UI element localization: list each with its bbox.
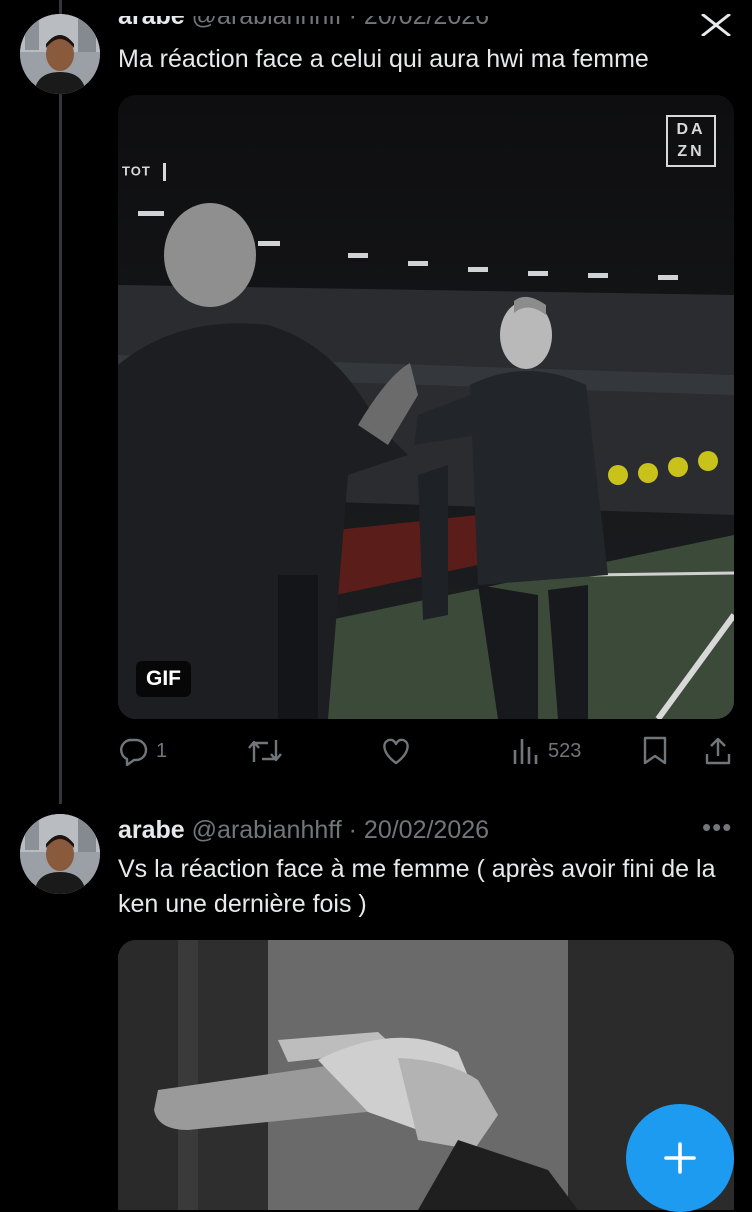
tweet-text: Ma réaction face a celui qui aura hwi ma… — [118, 45, 649, 73]
views-button[interactable]: 523 — [512, 736, 581, 766]
reply-button[interactable]: 1 — [118, 736, 167, 766]
reply-count: 1 — [156, 739, 168, 762]
retweet-icon — [248, 740, 282, 762]
share-icon — [705, 737, 731, 765]
scorebug-divider — [163, 163, 167, 181]
views-icon — [513, 739, 538, 764]
user-handle[interactable]: @arabianhhff — [192, 16, 342, 30]
reply-icon — [120, 738, 148, 766]
broadcaster-logo: DA ZN — [666, 115, 716, 167]
meta-separator: · — [341, 2, 364, 30]
heart-icon — [383, 738, 409, 765]
close-icon[interactable] — [700, 12, 732, 41]
views-count: 523 — [548, 739, 582, 762]
scorebug: TOT — [122, 163, 167, 181]
avatar[interactable] — [20, 14, 100, 94]
meta-separator: · — [341, 816, 364, 844]
gif-badge[interactable]: GIF — [136, 661, 191, 697]
avatar-photo — [20, 14, 100, 94]
share-button[interactable] — [704, 736, 732, 766]
retweet-button[interactable] — [248, 736, 282, 766]
plus-icon — [664, 1142, 696, 1174]
tweet-meta: arabe @arabianhhff · 20/02/2026 — [118, 2, 489, 31]
display-name[interactable]: arabe — [118, 816, 185, 844]
tweet-date[interactable]: 20/02/2026 — [364, 816, 489, 844]
tweet-media-gif[interactable]: TOT DA ZN GIF — [118, 95, 734, 719]
avatar[interactable] — [20, 814, 100, 894]
bookmark-button[interactable] — [642, 736, 668, 766]
bookmark-icon — [643, 736, 667, 765]
tweet-date[interactable]: 20/02/2026 — [364, 16, 489, 30]
gif-frame — [118, 95, 734, 719]
more-icon[interactable]: ••• — [702, 812, 732, 843]
tweet-meta: arabe @arabianhhff · 20/02/2026 — [118, 816, 489, 845]
compose-button[interactable] — [626, 1104, 734, 1212]
user-handle[interactable]: @arabianhhff — [192, 816, 342, 844]
scorebug-team: TOT — [122, 163, 151, 179]
like-button[interactable] — [380, 736, 412, 766]
display-name[interactable]: arabe — [118, 16, 185, 30]
avatar-photo — [20, 814, 100, 894]
tweet-text: Vs la réaction face à me femme ( après a… — [118, 855, 716, 918]
thread-line — [59, 92, 62, 804]
